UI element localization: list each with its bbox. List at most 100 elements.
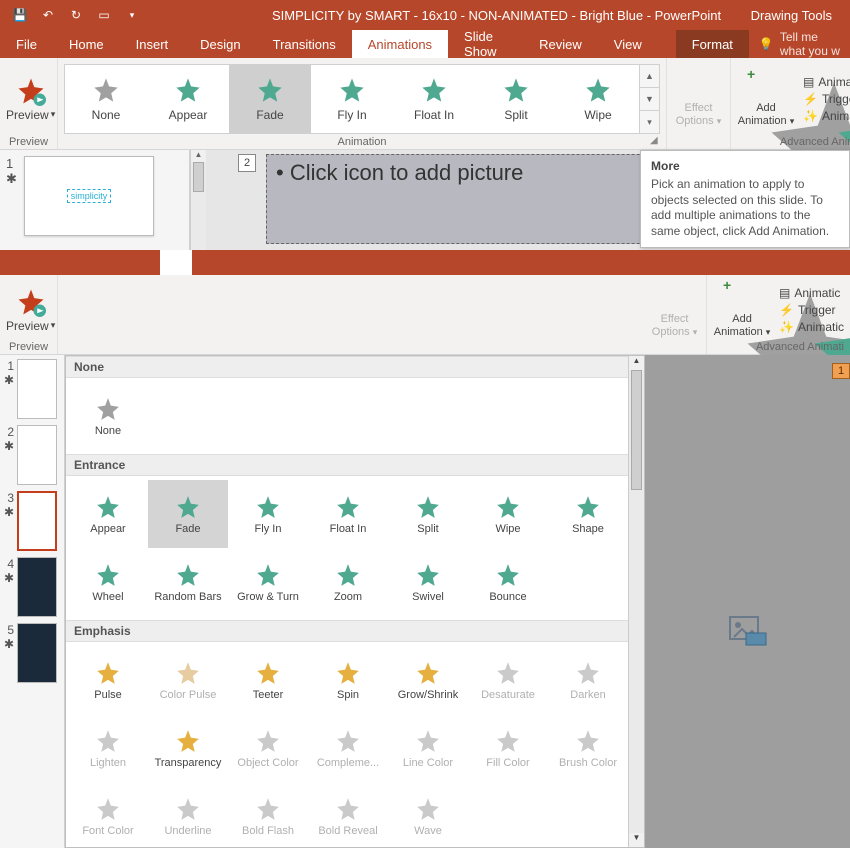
entrance-fly-in[interactable]: Fly In xyxy=(228,480,308,548)
star-icon xyxy=(255,796,281,822)
entrance-wipe[interactable]: Wipe xyxy=(468,480,548,548)
tab-design-2[interactable] xyxy=(96,250,128,275)
save-icon[interactable]: 💾 xyxy=(8,3,32,27)
entrance-float-in[interactable]: Float In xyxy=(308,480,388,548)
star-icon xyxy=(255,494,281,520)
tab-file[interactable]: File xyxy=(0,30,53,58)
slide-number: 4✱ xyxy=(2,557,14,617)
entrance-grow-turn[interactable]: Grow & Turn xyxy=(228,548,308,616)
scroll-down-icon[interactable]: ▼ xyxy=(629,833,644,847)
slide-thumbnail[interactable] xyxy=(17,491,57,551)
emphasis-spin[interactable]: Spin xyxy=(308,646,388,714)
animation-none[interactable]: None xyxy=(68,382,148,450)
slide-thumbnail[interactable] xyxy=(17,557,57,617)
star-icon xyxy=(415,562,441,588)
entrance-shape[interactable]: Shape xyxy=(548,480,628,548)
star-icon xyxy=(95,494,121,520)
star-icon xyxy=(255,660,281,686)
emphasis-lighten: Lighten xyxy=(68,714,148,782)
tab-design[interactable]: Design xyxy=(184,30,256,58)
tab-format-2[interactable] xyxy=(306,250,338,275)
slide-thumbnail-row[interactable]: 1✱ xyxy=(2,359,62,419)
animation-fly-in[interactable]: Fly In xyxy=(311,65,393,133)
entrance-split[interactable]: Split xyxy=(388,480,468,548)
slide-thumbnail-row[interactable]: 3✱ xyxy=(2,491,62,551)
preview-button[interactable]: Preview▾ xyxy=(6,62,55,135)
gallery-more-icon[interactable]: ▾ xyxy=(640,111,659,133)
entrance-appear[interactable]: Appear xyxy=(68,480,148,548)
entrance-zoom[interactable]: Zoom xyxy=(308,548,388,616)
qat-customize-icon[interactable]: ▾ xyxy=(120,3,144,27)
picture-placeholder-icon[interactable] xyxy=(728,615,768,647)
emphasis-pulse[interactable]: Pulse xyxy=(68,646,148,714)
animation-label: Bounce xyxy=(470,591,546,603)
animation-none[interactable]: None xyxy=(65,65,147,133)
star-icon xyxy=(338,76,366,104)
thumbnail-scrollbar[interactable]: ▲ xyxy=(190,150,206,250)
ribbon-tabs: File Home Insert Design Transitions Anim… xyxy=(0,30,850,58)
slide-thumbnail[interactable] xyxy=(17,425,57,485)
animation-split[interactable]: Split xyxy=(475,65,557,133)
tab-insert[interactable]: Insert xyxy=(120,30,185,58)
animation-wipe[interactable]: Wipe xyxy=(557,65,639,133)
slide-thumbnail-row[interactable]: 5✱ xyxy=(2,623,62,683)
entrance-swivel[interactable]: Swivel xyxy=(388,548,468,616)
tab-file-2[interactable] xyxy=(0,250,32,275)
star-icon xyxy=(175,728,201,754)
gallery-up-icon[interactable]: ▲ xyxy=(640,65,659,88)
add-animation-button[interactable]: + Add Animation ▾ xyxy=(737,62,795,135)
slide-number: 1 ✱ xyxy=(6,156,24,244)
scroll-up-icon[interactable]: ▲ xyxy=(629,356,644,370)
entrance-wheel[interactable]: Wheel xyxy=(68,548,148,616)
tab-transitions-2[interactable] xyxy=(128,250,160,275)
tab-insert-2[interactable] xyxy=(64,250,96,275)
scroll-thumb[interactable] xyxy=(631,370,642,490)
scroll-up-icon[interactable]: ▲ xyxy=(191,150,206,162)
star-icon xyxy=(175,562,201,588)
emphasis-teeter[interactable]: Teeter xyxy=(228,646,308,714)
slide-thumbnail-row[interactable]: 4✱ xyxy=(2,557,62,617)
animation-order-badge[interactable]: 2 xyxy=(238,154,256,172)
add-animation-button-2[interactable]: + Add Animation ▾ xyxy=(713,279,771,340)
redo-icon[interactable]: ↻ xyxy=(64,3,88,27)
star-icon xyxy=(175,796,201,822)
emphasis-grow-shrink[interactable]: Grow/Shrink xyxy=(388,646,468,714)
tell-me[interactable]: 💡 Tell me what you w xyxy=(749,30,850,58)
undo-icon[interactable]: ↶ xyxy=(36,3,60,27)
effect-options-icon-2 xyxy=(660,281,690,311)
animation-order-badge-2[interactable]: 1 xyxy=(832,363,850,379)
animation-appear[interactable]: Appear xyxy=(147,65,229,133)
slide-thumbnail[interactable]: simplicity xyxy=(24,156,154,236)
animation-float-in[interactable]: Float In xyxy=(393,65,475,133)
tab-home[interactable]: Home xyxy=(53,30,120,58)
tab-view[interactable]: View xyxy=(598,30,658,58)
tab-format[interactable]: Format xyxy=(676,30,749,58)
star-icon xyxy=(335,660,361,686)
start-from-beginning-icon[interactable]: ▭ xyxy=(92,3,116,27)
emphasis-font-color: Font Color xyxy=(68,782,148,848)
tab-view-2[interactable] xyxy=(256,250,288,275)
dialog-launcher-icon[interactable]: ◢ xyxy=(650,135,662,147)
tab-transitions[interactable]: Transitions xyxy=(257,30,352,58)
animation-label: Float In xyxy=(414,108,454,122)
entrance-fade[interactable]: Fade xyxy=(148,480,228,548)
scroll-thumb[interactable] xyxy=(193,162,204,192)
animation-fade[interactable]: Fade xyxy=(229,65,311,133)
entrance-bounce[interactable]: Bounce xyxy=(468,548,548,616)
gallery-scrollbar[interactable]: ▲ ▼ xyxy=(628,356,644,847)
slide-thumbnail-row[interactable]: 2✱ xyxy=(2,425,62,485)
tab-home-2[interactable] xyxy=(32,250,64,275)
slide-thumbnail[interactable] xyxy=(17,359,57,419)
preview-button-2[interactable]: Preview▾ xyxy=(6,279,55,340)
slide-thumbnail[interactable] xyxy=(17,623,57,683)
tab-slideshow[interactable]: Slide Show xyxy=(448,30,523,58)
tab-animations-2[interactable] xyxy=(160,250,192,275)
tab-review[interactable]: Review xyxy=(523,30,598,58)
tab-review-2[interactable] xyxy=(224,250,256,275)
tab-animations[interactable]: Animations xyxy=(352,30,448,58)
tab-slideshow-2[interactable] xyxy=(192,250,224,275)
gallery-down-icon[interactable]: ▼ xyxy=(640,88,659,111)
entrance-random-bars[interactable]: Random Bars xyxy=(148,548,228,616)
animation-indicator-icon: ✱ xyxy=(4,637,14,651)
emphasis-transparency[interactable]: Transparency xyxy=(148,714,228,782)
